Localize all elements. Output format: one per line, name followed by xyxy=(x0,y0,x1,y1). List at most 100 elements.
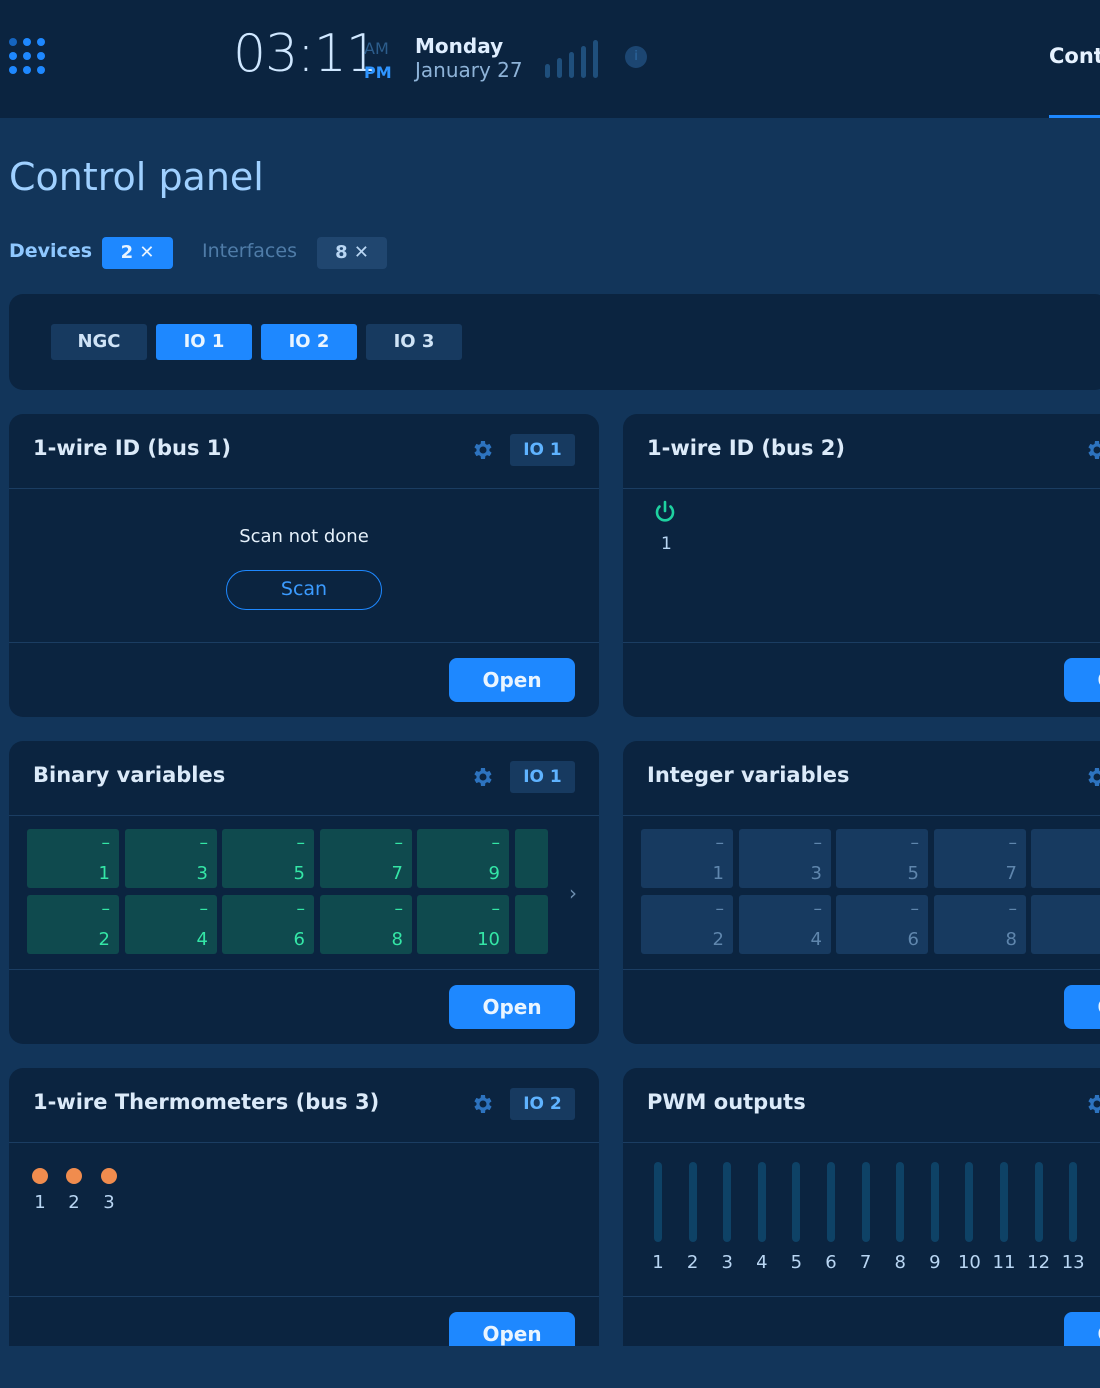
pwm-output-bar[interactable] xyxy=(723,1162,732,1242)
page-title: Control panel xyxy=(9,155,264,199)
pwm-output-number: 12 xyxy=(1027,1252,1051,1273)
pwm-output-number: 13 xyxy=(1061,1252,1085,1273)
interfaces-filter-chip[interactable]: 8 ✕ xyxy=(317,237,387,269)
card-divider xyxy=(9,1296,599,1297)
variable-number: 2 xyxy=(712,929,724,950)
binary-variable-cell[interactable]: –8 xyxy=(320,895,412,954)
gear-icon[interactable] xyxy=(1084,765,1100,789)
binary-variable-cell-partial[interactable] xyxy=(515,829,548,888)
sensor-number: 1 xyxy=(661,534,672,554)
pwm-output-bar[interactable] xyxy=(792,1162,801,1242)
value-dash: – xyxy=(296,899,306,919)
open-button[interactable]: Open xyxy=(1064,658,1100,702)
card-1wire-bus2: 1-wire ID (bus 2) 1 Open xyxy=(623,414,1100,717)
page-bottom-strip xyxy=(0,1346,1100,1388)
integer-variable-cell[interactable]: 10 xyxy=(1031,895,1100,954)
pwm-output-bar[interactable] xyxy=(965,1162,974,1242)
value-dash: – xyxy=(1008,899,1018,919)
app-grid-icon[interactable] xyxy=(9,38,51,80)
thermometer-status-dot[interactable] xyxy=(101,1168,117,1184)
pwm-output-bar[interactable] xyxy=(896,1162,905,1242)
value-dash: – xyxy=(813,833,823,853)
pwm-output-bar[interactable] xyxy=(930,1162,939,1242)
top-bar: 03:11 AM PM Monday January 27 i Cont xyxy=(0,0,1100,118)
binary-variable-cell[interactable]: –2 xyxy=(27,895,119,954)
value-dash: – xyxy=(1008,833,1018,853)
value-dash: – xyxy=(813,899,823,919)
open-button[interactable]: Open xyxy=(449,985,575,1029)
integer-variable-cell[interactable]: –7 xyxy=(934,829,1026,888)
thermometer-number: 2 xyxy=(68,1192,80,1213)
power-icon[interactable] xyxy=(651,498,679,526)
filter-devices-label[interactable]: Devices xyxy=(9,240,92,262)
gear-icon[interactable] xyxy=(470,1092,494,1116)
pwm-output-number: 1 xyxy=(652,1252,664,1273)
binary-variable-cell[interactable]: –9 xyxy=(417,829,509,888)
chevron-right-icon[interactable]: › xyxy=(569,881,577,905)
am-pm-indicator: AM PM xyxy=(364,37,392,85)
integer-variable-cell[interactable]: –3 xyxy=(739,829,831,888)
binary-variable-cell[interactable]: –4 xyxy=(125,895,217,954)
device-button-io3[interactable]: IO 3 xyxy=(366,324,462,360)
variable-number: 5 xyxy=(907,863,919,884)
info-icon[interactable]: i xyxy=(625,46,647,68)
variable-number: 4 xyxy=(196,929,208,950)
binary-variable-cell[interactable]: –5 xyxy=(222,829,314,888)
value-dash: – xyxy=(715,899,725,919)
variable-number: 5 xyxy=(293,863,305,884)
integer-variable-cell[interactable]: –1 xyxy=(641,829,733,888)
card-divider xyxy=(623,969,1100,970)
device-button-ngc[interactable]: NGC xyxy=(51,324,147,360)
tab-control-panel[interactable]: Cont xyxy=(1049,44,1100,68)
pwm-output-bar[interactable] xyxy=(1034,1162,1043,1242)
gear-icon[interactable] xyxy=(470,438,494,462)
value-dash: – xyxy=(910,833,920,853)
card-divider xyxy=(9,488,599,489)
open-button[interactable]: Open xyxy=(449,658,575,702)
binary-variable-cell[interactable]: – 10 xyxy=(417,895,509,954)
binary-variable-cell[interactable]: –1 xyxy=(27,829,119,888)
pwm-output-bar[interactable] xyxy=(827,1162,835,1242)
pwm-output-bar[interactable] xyxy=(1069,1162,1078,1242)
binary-variable-cell[interactable]: –7 xyxy=(320,829,412,888)
variable-number: 7 xyxy=(1005,863,1017,884)
variable-number: 3 xyxy=(810,863,822,884)
integer-variable-cell[interactable]: – xyxy=(1031,829,1100,888)
pwm-output-number: 5 xyxy=(790,1252,803,1273)
binary-variable-cell-partial[interactable] xyxy=(515,895,548,954)
card-divider xyxy=(623,642,1100,643)
value-dash: – xyxy=(101,833,111,853)
value-dash: – xyxy=(101,899,111,919)
integer-variable-cell[interactable]: –5 xyxy=(836,829,928,888)
thermometer-status-dot[interactable] xyxy=(66,1168,82,1184)
card-pwm-outputs: PWM outputs 12345678910111213 Open xyxy=(623,1068,1100,1388)
binary-variable-cell[interactable]: –3 xyxy=(125,829,217,888)
thermometer-status-dot[interactable] xyxy=(32,1168,48,1184)
pwm-output-number: 8 xyxy=(894,1252,906,1273)
pwm-output-number: 4 xyxy=(756,1252,768,1273)
integer-variable-cell[interactable]: –6 xyxy=(836,895,928,954)
device-button-io1[interactable]: IO 1 xyxy=(156,324,252,360)
integer-variable-cell[interactable]: –8 xyxy=(934,895,1026,954)
binary-variable-cell[interactable]: –6 xyxy=(222,895,314,954)
pwm-output-bar[interactable] xyxy=(654,1162,662,1242)
pwm-output-bar[interactable] xyxy=(861,1162,870,1242)
card-divider xyxy=(623,488,1100,489)
variable-number: 8 xyxy=(391,929,403,950)
devices-filter-chip[interactable]: 2 ✕ xyxy=(102,237,173,269)
card-title: PWM outputs xyxy=(647,1090,806,1114)
integer-variable-cell[interactable]: –4 xyxy=(739,895,831,954)
pwm-output-bar[interactable] xyxy=(757,1162,766,1242)
filter-interfaces-label[interactable]: Interfaces xyxy=(202,240,297,262)
gear-icon[interactable] xyxy=(470,765,494,789)
device-button-io2[interactable]: IO 2 xyxy=(261,324,357,360)
scan-button[interactable]: Scan xyxy=(226,570,382,610)
variable-number: 7 xyxy=(391,863,403,884)
gear-icon[interactable] xyxy=(1084,1092,1100,1116)
variable-number: 6 xyxy=(293,929,305,950)
pwm-output-bar[interactable] xyxy=(688,1162,697,1242)
open-button[interactable]: Open xyxy=(1064,985,1100,1029)
pwm-output-bar[interactable] xyxy=(1000,1162,1008,1242)
gear-icon[interactable] xyxy=(1084,438,1100,462)
integer-variable-cell[interactable]: –2 xyxy=(641,895,733,954)
